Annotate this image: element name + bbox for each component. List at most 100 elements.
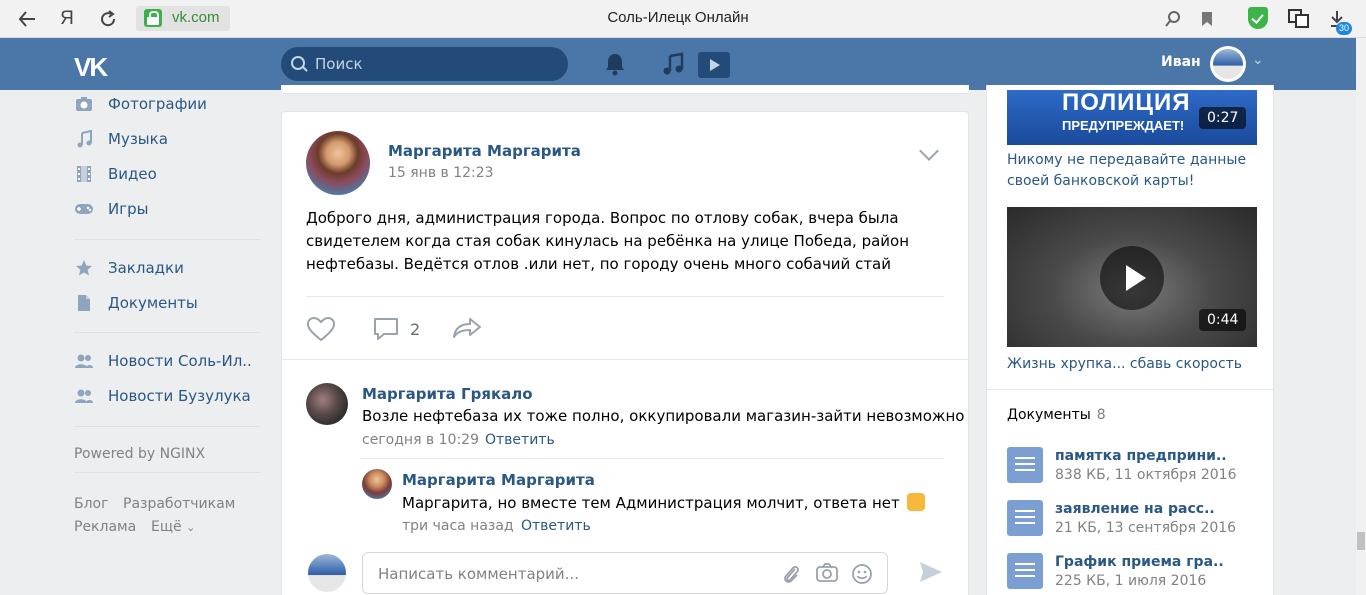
video-thumbnail-road[interactable]: 0:44 bbox=[1007, 207, 1257, 347]
document-meta: 225 КБ, 1 июля 2016 bbox=[1055, 573, 1207, 589]
paperclip-icon[interactable] bbox=[781, 563, 801, 590]
camera-icon[interactable] bbox=[815, 563, 839, 588]
star-icon bbox=[74, 258, 94, 278]
document-title[interactable]: памятка предприни.. bbox=[1055, 448, 1227, 464]
document-title[interactable]: График приема гра.. bbox=[1055, 554, 1224, 570]
video-thumbnail-police[interactable]: ПОЛИЦИЯ ПРЕДУПРЕЖДАЕТ! 0:27 bbox=[1007, 90, 1257, 145]
music-icon[interactable] bbox=[662, 52, 684, 82]
right-divider bbox=[987, 389, 1273, 390]
search-input[interactable]: Поиск bbox=[281, 47, 568, 81]
scrollbar-thumb[interactable] bbox=[1357, 532, 1365, 550]
avatar[interactable] bbox=[306, 131, 370, 195]
search-zoom-icon[interactable] bbox=[1162, 8, 1184, 30]
post-divider bbox=[282, 359, 968, 360]
wall-post: Маргарита Маргарита 15 янв в 12:23 Добро… bbox=[281, 111, 969, 595]
documents-count: 8 bbox=[1096, 407, 1106, 423]
thumbs-down-emoji-icon bbox=[906, 493, 925, 511]
video-title[interactable]: Жизнь хрупка... сбавь скорость bbox=[1007, 354, 1257, 375]
comment-author[interactable]: Маргарита Грякало bbox=[362, 385, 533, 403]
post-date[interactable]: 15 янв в 12:23 bbox=[388, 165, 494, 181]
sidebar-divider bbox=[74, 426, 260, 427]
thumb-text: ПОЛИЦИЯ bbox=[1062, 90, 1191, 116]
search-icon bbox=[291, 56, 305, 70]
sidebar-item-photos[interactable]: Фотографии bbox=[74, 90, 260, 118]
avatar[interactable] bbox=[362, 469, 392, 499]
comment-text: Маргарита, но вместе тем Администрация м… bbox=[402, 493, 925, 512]
sidebar-item-group-buzuluk[interactable]: Новости Бузулука bbox=[74, 382, 260, 410]
sidebar-item-label: Новости Бузулука bbox=[108, 387, 251, 405]
browser-toolbar: Я vk.com Соль-Илецк Онлайн 30 bbox=[0, 0, 1366, 38]
sidebar-item-documents[interactable]: Документы bbox=[74, 289, 260, 317]
comment-author[interactable]: Маргарита Маргарита bbox=[402, 471, 595, 489]
page-scrollbar[interactable] bbox=[1356, 38, 1366, 595]
video-title[interactable]: Никому не передавайте данные своей банко… bbox=[1007, 150, 1257, 192]
comment-time[interactable]: сегодня в 10:29 bbox=[362, 432, 479, 448]
sidebar-item-bookmarks[interactable]: Закладки bbox=[74, 254, 260, 282]
document-icon[interactable] bbox=[1007, 500, 1043, 536]
search-placeholder: Поиск bbox=[315, 55, 363, 73]
avatar[interactable] bbox=[306, 383, 348, 425]
video-play-icon[interactable] bbox=[698, 52, 730, 78]
sidebar-item-music[interactable]: Музыка bbox=[74, 125, 260, 153]
sidebar-item-label: Музыка bbox=[108, 130, 168, 148]
sidebar-item-label: Игры bbox=[108, 200, 149, 218]
sidebar-item-label: Закладки bbox=[108, 259, 184, 277]
bookmark-icon[interactable] bbox=[1196, 8, 1218, 30]
smile-icon[interactable] bbox=[851, 563, 873, 590]
sidebar-item-label: Фотографии bbox=[108, 95, 207, 113]
avatar[interactable] bbox=[1210, 46, 1246, 82]
send-icon[interactable] bbox=[918, 560, 944, 591]
sidebar-item-group-sol-iletsk[interactable]: Новости Соль-Ил.. bbox=[74, 347, 260, 375]
comment-text: Возле нефтебаза их тоже полно, оккупиров… bbox=[362, 407, 965, 425]
document-icon[interactable] bbox=[1007, 447, 1043, 483]
share-icon bbox=[453, 318, 481, 338]
vk-logo[interactable]: VK bbox=[74, 52, 108, 83]
previous-post-bottom bbox=[281, 85, 969, 94]
sidebar-item-video[interactable]: Видео bbox=[74, 160, 260, 188]
chevron-down-icon[interactable]: ⌄ bbox=[1252, 52, 1264, 68]
documents-header[interactable]: Документы 8 bbox=[1007, 407, 1106, 423]
share-button[interactable] bbox=[452, 316, 482, 340]
powered-by-text: Powered by NGINX bbox=[74, 446, 206, 462]
comment-time[interactable]: три часа назад bbox=[402, 518, 514, 534]
sidebar-item-games[interactable]: Игры bbox=[74, 195, 260, 223]
sidebar-divider bbox=[74, 332, 260, 333]
chevron-down-icon: ⌄ bbox=[186, 521, 196, 534]
post-text: Доброго дня, администрация города. Вопро… bbox=[306, 209, 910, 273]
browser-page-title: Соль-Илецк Онлайн bbox=[607, 9, 749, 26]
like-button[interactable] bbox=[306, 316, 336, 342]
document-meta: 838 КБ, 11 октября 2016 bbox=[1055, 467, 1237, 483]
post-author[interactable]: Маргарита Маргарита bbox=[388, 142, 581, 160]
thumb-subtext: ПРЕДУПРЕЖДАЕТ! bbox=[1062, 118, 1185, 133]
reply-button[interactable]: Ответить bbox=[521, 518, 591, 534]
comment-button[interactable]: 2 bbox=[372, 316, 420, 342]
user-name[interactable]: Иван bbox=[1161, 54, 1201, 70]
bell-icon[interactable] bbox=[604, 52, 626, 82]
camera-icon bbox=[74, 94, 94, 114]
downloads-badge: 30 bbox=[1336, 22, 1353, 35]
translate-icon[interactable] bbox=[1288, 8, 1310, 30]
sidebar-item-label: Новости Соль-Ил.. bbox=[108, 352, 252, 370]
reply-button[interactable]: Ответить bbox=[485, 432, 555, 448]
comment-icon bbox=[374, 318, 398, 340]
document-icon bbox=[74, 293, 94, 313]
chevron-down-icon[interactable] bbox=[919, 141, 939, 161]
post-divider bbox=[306, 296, 944, 297]
comment-input-placeholder: Написать комментарий... bbox=[378, 565, 579, 583]
footer-link-more[interactable]: Ещё ⌄ bbox=[151, 519, 195, 535]
footer-link-blog[interactable]: Блог bbox=[74, 496, 108, 512]
avatar bbox=[306, 552, 348, 594]
play-icon[interactable] bbox=[1100, 246, 1164, 310]
comment-count: 2 bbox=[410, 319, 421, 339]
document-title[interactable]: заявление на расс.. bbox=[1055, 501, 1215, 517]
footer-link-developers[interactable]: Разработчикам bbox=[123, 496, 235, 512]
shield-icon[interactable] bbox=[1248, 7, 1268, 29]
sidebar-item-label: Документы bbox=[108, 294, 198, 312]
heart-icon bbox=[306, 316, 336, 342]
sidebar-divider bbox=[74, 239, 260, 240]
gamepad-icon bbox=[74, 199, 94, 219]
comment-input[interactable]: Написать комментарий... bbox=[362, 552, 888, 594]
vk-header: VK Поиск Иван ⌄ bbox=[0, 38, 1356, 90]
document-icon[interactable] bbox=[1007, 553, 1043, 589]
footer-link-ads[interactable]: Реклама bbox=[74, 519, 136, 535]
